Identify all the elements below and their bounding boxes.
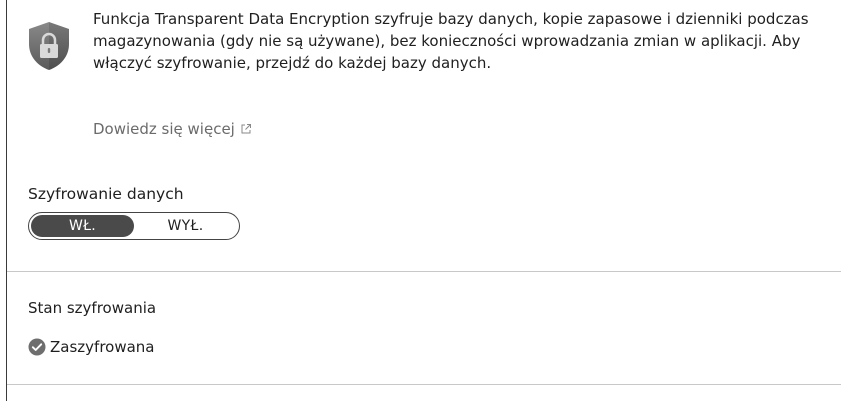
shield-lock-icon	[23, 20, 75, 72]
section-divider	[7, 271, 841, 272]
data-encryption-label: Szyfrowanie danych	[28, 185, 184, 203]
encryption-toggle[interactable]: WŁ. WYŁ.	[28, 212, 240, 240]
external-link-icon	[240, 123, 252, 135]
learn-more-label: Dowiedz się więcej	[93, 120, 235, 138]
toggle-on-option[interactable]: WŁ.	[31, 215, 134, 237]
check-circle-icon	[28, 338, 46, 356]
tde-description: Funkcja Transparent Data Encryption szyf…	[93, 10, 809, 72]
encryption-status-label: Stan szyfrowania	[28, 299, 157, 317]
encryption-status: Zaszyfrowana	[28, 337, 155, 357]
toggle-off-option[interactable]: WYŁ.	[134, 215, 237, 237]
section-divider-bottom	[7, 384, 841, 385]
encryption-status-value: Zaszyfrowana	[50, 338, 155, 356]
learn-more-link[interactable]: Dowiedz się więcej	[93, 119, 252, 139]
